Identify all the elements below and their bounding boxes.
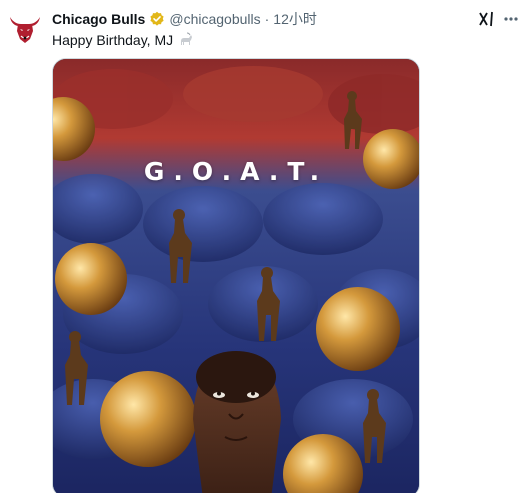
- more-options-button[interactable]: [500, 8, 522, 30]
- bulls-logo-icon: [10, 17, 40, 43]
- tweet-timestamp[interactable]: 12小时: [273, 10, 317, 28]
- tweet: Chicago Bulls @chicagobulls · 12小时 Happy…: [0, 0, 525, 493]
- separator: ·: [264, 11, 270, 27]
- author-avatar[interactable]: [6, 10, 44, 48]
- grok-icon: [479, 11, 493, 27]
- author-handle[interactable]: @chicagobulls: [169, 10, 260, 28]
- goat-poster-image: [53, 59, 419, 493]
- grok-button[interactable]: [476, 8, 498, 30]
- tweet-text-content: Happy Birthday, MJ: [52, 32, 174, 48]
- tweet-image[interactable]: G.O.A.T.: [52, 58, 420, 493]
- more-options-icon: [504, 17, 518, 21]
- goat-title: G.O.A.T.: [143, 157, 329, 186]
- verified-badge-icon[interactable]: [149, 11, 165, 27]
- author-name[interactable]: Chicago Bulls: [52, 10, 145, 28]
- tweet-text: Happy Birthday, MJ: [52, 31, 194, 49]
- goat-emoji-icon: [178, 32, 194, 48]
- tweet-header: Chicago Bulls @chicagobulls · 12小时: [52, 10, 317, 28]
